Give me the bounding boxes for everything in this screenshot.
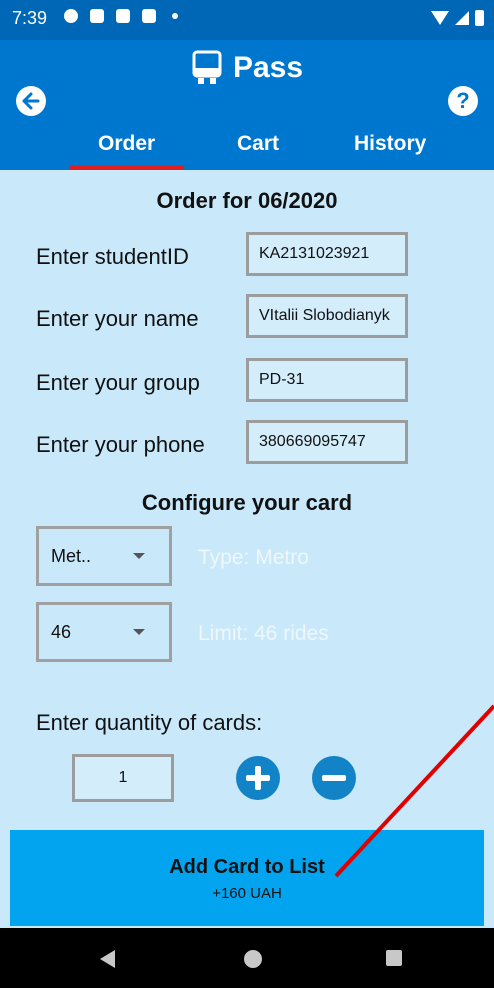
battery-icon [475, 10, 484, 26]
minus-icon [322, 775, 346, 781]
order-form: Order for 06/2020 Enter studentID KA2131… [0, 170, 494, 928]
nav-home-icon[interactable] [244, 950, 262, 968]
plus-icon-stroke [255, 766, 261, 790]
quantity-label: Enter quantity of cards: [36, 710, 263, 735]
tab-cart[interactable]: Cart [237, 132, 279, 156]
back-button[interactable] [16, 86, 46, 116]
group-field[interactable]: PD-31 [246, 358, 408, 402]
student-id-label: Enter studentID [36, 244, 189, 269]
student-id-field[interactable]: KA2131023921 [246, 232, 408, 276]
help-button[interactable]: ? [448, 86, 478, 116]
group-label: Enter your group [36, 370, 200, 395]
add-card-label: Add Card to List [169, 856, 325, 878]
configure-card-heading: Configure your card [141, 490, 353, 515]
name-field[interactable]: VItalii Slobodianyk [246, 294, 408, 338]
phone-screen: 7:39 Pass ? Order Cart History Order for… [0, 0, 494, 988]
decrease-quantity-button[interactable] [312, 756, 356, 800]
status-system-icons [431, 10, 484, 26]
card-type-select[interactable]: Met.. [36, 526, 172, 586]
signal-icon [455, 11, 469, 25]
tab-order[interactable]: Order [98, 132, 155, 156]
increase-quantity-button[interactable] [236, 756, 280, 800]
tab-history[interactable]: History [354, 132, 426, 156]
app-bar: Pass ? Order Cart History [0, 40, 494, 170]
nav-recents-icon[interactable] [386, 950, 402, 966]
tab-bar: Order Cart History [0, 128, 494, 170]
chevron-down-icon [133, 553, 145, 559]
shield-icon [90, 9, 104, 23]
bus-ticket-icon [192, 50, 222, 84]
card-type-hint: Type: Metro [198, 546, 309, 569]
wifi-icon [431, 11, 449, 25]
status-bar: 7:39 [0, 0, 494, 40]
quantity-field[interactable]: 1 [72, 754, 174, 802]
add-card-button[interactable]: Add Card to List +160 UAH [10, 830, 484, 926]
add-card-price: +160 UAH [212, 885, 282, 902]
help-icon: ? [456, 88, 470, 113]
app-title-group: Pass [0, 50, 494, 86]
ride-limit-select[interactable]: 46 [36, 602, 172, 662]
app-title: Pass [232, 51, 304, 84]
phone-label: Enter your phone [36, 432, 205, 457]
order-heading: Order for 06/2020 [156, 188, 338, 213]
ride-limit-value: 46 [51, 621, 72, 642]
status-notification-icons [64, 9, 178, 23]
name-label: Enter your name [36, 306, 199, 331]
more-notifications-icon [172, 13, 178, 19]
ride-limit-hint: Limit: 46 rides [198, 622, 329, 645]
chevron-down-icon [133, 629, 145, 635]
system-nav-bar [0, 928, 494, 988]
arrow-left-icon [22, 92, 40, 110]
settings-icon [64, 9, 78, 23]
sd-card-icon [142, 9, 156, 23]
phone-field[interactable]: 380669095747 [246, 420, 408, 464]
status-time: 7:39 [12, 8, 48, 28]
nav-back-icon[interactable] [100, 950, 115, 968]
card-type-value: Met.. [51, 545, 92, 566]
app-notification-icon [116, 9, 130, 23]
